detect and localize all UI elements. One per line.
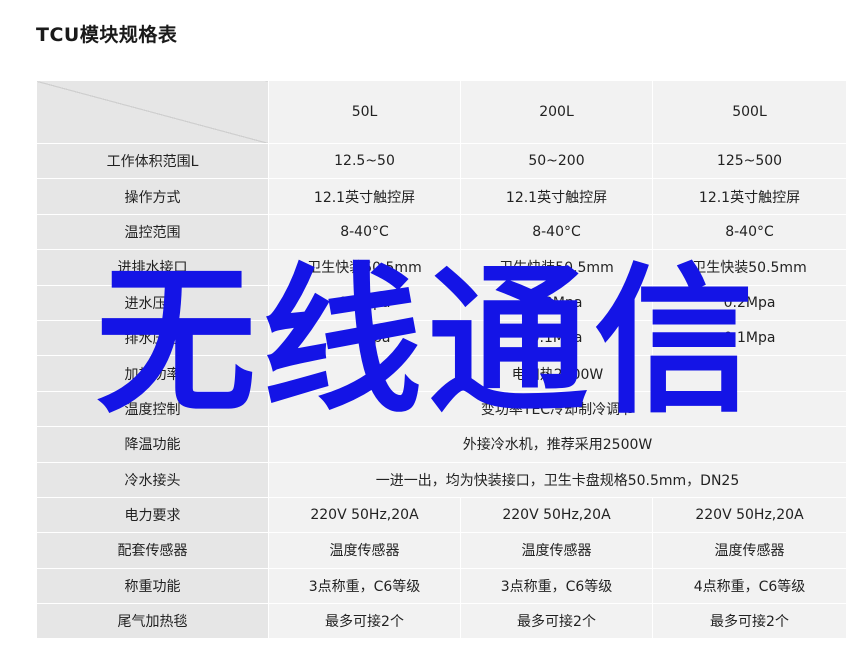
table-cell: 3点称重，C6等级 bbox=[460, 567, 653, 605]
row-label: 加热功率 bbox=[36, 355, 269, 392]
merged-cell: 变功率TEC冷却制冷调节 bbox=[268, 390, 847, 428]
table-cell: 3点称重，C6等级 bbox=[268, 567, 461, 605]
table-cell: 温度传感器 bbox=[268, 532, 461, 569]
row-label: 进水压力 bbox=[36, 284, 269, 321]
column-header-200l: 200L bbox=[460, 80, 653, 144]
table-row: 温度控制 变功率TEC冷却制冷调节 bbox=[36, 390, 847, 428]
merged-cell: 一进一出，均为快装接口，卫生卡盘规格50.5mm，DN25 bbox=[268, 461, 847, 498]
table-row: 降温功能 外接冷水机，推荐采用2500W bbox=[36, 426, 847, 463]
table-cell: 0.1Mpa bbox=[460, 319, 653, 357]
row-label: 称重功能 bbox=[36, 567, 269, 605]
table-cell: 8-40°C bbox=[652, 213, 847, 251]
page-title: TCU模块规格表 bbox=[36, 24, 178, 46]
row-label: 温控范围 bbox=[36, 213, 269, 251]
row-label: 配套传感器 bbox=[36, 532, 269, 569]
row-label: 工作体积范围L bbox=[36, 142, 269, 180]
table-cell: 12.1英寸触控屏 bbox=[268, 178, 461, 215]
table-row: 排水压力 0.1Mpa 0.1Mpa 0.1Mpa bbox=[36, 319, 847, 357]
header-row: 50L 200L 500L bbox=[36, 80, 847, 144]
table-cell: 12.1英寸触控屏 bbox=[652, 178, 847, 215]
table-cell: 温度传感器 bbox=[652, 532, 847, 569]
row-label: 降温功能 bbox=[36, 426, 269, 463]
table-cell: 12.1英寸触控屏 bbox=[460, 178, 653, 215]
table-row: 配套传感器 温度传感器 温度传感器 温度传感器 bbox=[36, 532, 847, 569]
table-cell: 0.2Mpa bbox=[652, 284, 847, 321]
column-header-50l: 50L bbox=[268, 80, 461, 144]
table-cell: 220V 50Hz,20A bbox=[652, 496, 847, 534]
table-row: 称重功能 3点称重，C6等级 3点称重，C6等级 4点称重，C6等级 bbox=[36, 567, 847, 605]
corner-cell bbox=[36, 80, 269, 144]
row-label: 温度控制 bbox=[36, 390, 269, 428]
table-cell: 8-40°C bbox=[460, 213, 653, 251]
table-cell: 50~200 bbox=[460, 142, 653, 180]
table-cell: 220V 50Hz,20A bbox=[268, 496, 461, 534]
table-cell: 温度传感器 bbox=[460, 532, 653, 569]
merged-cell: 电加热2000W bbox=[268, 355, 847, 392]
table-cell: 0.2Mpa bbox=[460, 284, 653, 321]
spec-table: 50L 200L 500L 工作体积范围L 12.5~50 50~200 125… bbox=[36, 80, 847, 640]
row-label: 尾气加热毯 bbox=[36, 603, 269, 640]
table-cell: 4点称重，C6等级 bbox=[652, 567, 847, 605]
table-row: 操作方式 12.1英寸触控屏 12.1英寸触控屏 12.1英寸触控屏 bbox=[36, 178, 847, 215]
table-cell: 125~500 bbox=[652, 142, 847, 180]
table-cell: 卫生快装50.5mm bbox=[460, 249, 653, 286]
table-row: 尾气加热毯 最多可接2个 最多可接2个 最多可接2个 bbox=[36, 603, 847, 640]
table-row: 电力要求 220V 50Hz,20A 220V 50Hz,20A 220V 50… bbox=[36, 496, 847, 534]
column-header-500l: 500L bbox=[652, 80, 847, 144]
merged-cell: 外接冷水机，推荐采用2500W bbox=[268, 426, 847, 463]
table-cell: 220V 50Hz,20A bbox=[460, 496, 653, 534]
table-cell: 0.2Mpa bbox=[268, 284, 461, 321]
table-row: 加热功率 电加热2000W bbox=[36, 355, 847, 392]
table-row: 冷水接头 一进一出，均为快装接口，卫生卡盘规格50.5mm，DN25 bbox=[36, 461, 847, 498]
table-cell: 卫生快装50.5mm bbox=[652, 249, 847, 286]
row-label: 冷水接头 bbox=[36, 461, 269, 498]
row-label: 操作方式 bbox=[36, 178, 269, 215]
row-label: 排水压力 bbox=[36, 319, 269, 357]
table-row: 工作体积范围L 12.5~50 50~200 125~500 bbox=[36, 142, 847, 180]
table-cell: 12.5~50 bbox=[268, 142, 461, 180]
table-cell: 卫生快装50.5mm bbox=[268, 249, 461, 286]
table-row: 进水压力 0.2Mpa 0.2Mpa 0.2Mpa bbox=[36, 284, 847, 321]
table-row: 温控范围 8-40°C 8-40°C 8-40°C bbox=[36, 213, 847, 251]
table-cell: 最多可接2个 bbox=[652, 603, 847, 640]
table-cell: 最多可接2个 bbox=[268, 603, 461, 640]
table-row: 进排水接口 卫生快装50.5mm 卫生快装50.5mm 卫生快装50.5mm bbox=[36, 249, 847, 286]
table-cell: 8-40°C bbox=[268, 213, 461, 251]
row-label: 进排水接口 bbox=[36, 249, 269, 286]
row-label: 电力要求 bbox=[36, 496, 269, 534]
table-cell: 最多可接2个 bbox=[460, 603, 653, 640]
table-cell: 0.1Mpa bbox=[268, 319, 461, 357]
table-cell: 0.1Mpa bbox=[652, 319, 847, 357]
